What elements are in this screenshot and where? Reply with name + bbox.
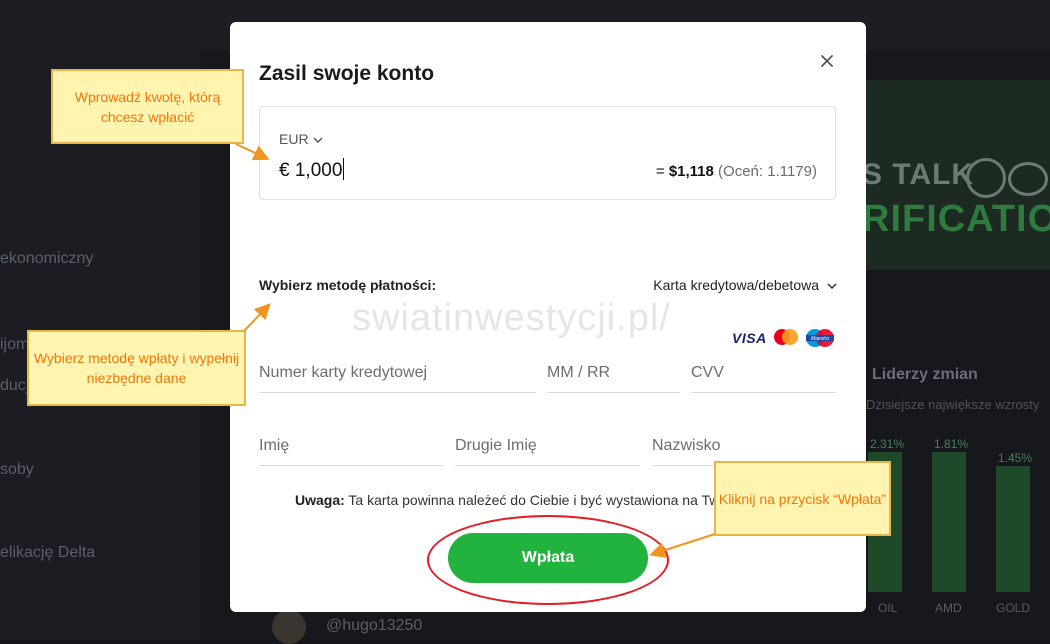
- amount-value: € 1,000: [279, 160, 343, 181]
- graduation-cap-icon: [1008, 162, 1048, 196]
- sidebar-item: ijom: [0, 336, 30, 353]
- first-name-input[interactable]: [259, 429, 443, 463]
- callout-submit: Kliknij na przycisk “Wpłata”: [714, 461, 891, 536]
- callout-payment-method: Wybierz metodę wpłaty i wypełnij niezbęd…: [27, 330, 246, 406]
- payment-method-dropdown[interactable]: Karta kredytowa/debetowa: [653, 277, 837, 293]
- payment-method-label: Wybierz metodę płatności:: [259, 277, 437, 293]
- conversion-readout: = $1,118 (Oceń: 1.1179): [656, 163, 817, 180]
- conversion-prefix: =: [655, 163, 669, 180]
- chevron-down-icon: [827, 283, 837, 290]
- close-icon: [821, 55, 833, 67]
- visa-logo: VISA: [732, 330, 767, 346]
- leader-bar: [932, 452, 966, 592]
- last-name-input[interactable]: [652, 429, 836, 463]
- converted-amount: $1,118: [668, 163, 714, 180]
- sidebar-item: soby: [0, 461, 34, 478]
- leaders-title: Liderzy zmian: [872, 366, 978, 383]
- exchange-rate: (Oceń: 1.1179): [718, 163, 817, 180]
- background-banner: S TALK RIFICATION: [862, 80, 1050, 270]
- modal-title: Zasil swoje konto: [259, 62, 435, 85]
- leader-ticker: GOLD: [996, 601, 1031, 615]
- text-caret: [343, 158, 345, 180]
- expiry-field: [547, 356, 680, 393]
- leaders-subtitle: Dzisiejsze największe wzrosty: [866, 397, 1040, 412]
- payment-method-selected: Karta kredytowa/debetowa: [653, 277, 819, 293]
- notice-label: Uwaga:: [295, 492, 345, 508]
- cvv-input[interactable]: [691, 356, 836, 390]
- banner-line-2: RIFICATION: [862, 198, 1050, 240]
- expiry-input[interactable]: [547, 356, 680, 390]
- leader-percent: 1.45%: [998, 451, 1033, 465]
- callout-amount: Wprowadź kwotę, którą chcesz wpłacić: [51, 69, 244, 144]
- middle-name-field: [455, 429, 640, 466]
- banner-line-1: S TALK: [862, 158, 975, 191]
- notice-text: Ta karta powinna należeć do Ciebie i być…: [344, 492, 720, 508]
- middle-name-input[interactable]: [455, 429, 640, 463]
- leader-bar: [996, 466, 1030, 592]
- deposit-submit-button[interactable]: Wpłata: [448, 533, 648, 583]
- first-name-field: [259, 429, 443, 466]
- sidebar-item: ducj: [0, 377, 30, 394]
- mastercard-logo-icon: [774, 329, 798, 345]
- card-ownership-notice: Uwaga: Ta karta powinna należeć do Ciebi…: [295, 492, 719, 508]
- amount-input[interactable]: € 1,000: [279, 158, 345, 182]
- leader-ticker: OIL: [878, 601, 898, 615]
- svg-text:Maestro: Maestro: [811, 336, 829, 342]
- leader-ticker: AMD: [935, 601, 962, 615]
- maestro-logo-icon: Maestro: [806, 329, 834, 347]
- amount-box: EUR € 1,000 = $1,118 (Oceń: 1.1179): [259, 106, 836, 200]
- cvv-field: [691, 356, 836, 393]
- play-icon: [966, 158, 1006, 198]
- card-number-field: [259, 356, 536, 393]
- avatar: [272, 610, 306, 644]
- leader-percent: 1.81%: [934, 437, 969, 451]
- leader-percent: 2.31%: [870, 437, 905, 451]
- card-number-input[interactable]: [259, 356, 536, 390]
- currency-selector[interactable]: EUR: [279, 131, 323, 147]
- chevron-down-icon: [313, 137, 323, 144]
- sidebar-item: ekonomiczny: [0, 250, 94, 267]
- close-button[interactable]: [816, 50, 838, 72]
- sidebar-item: elikację Delta: [0, 544, 96, 561]
- currency-code: EUR: [279, 131, 309, 147]
- user-handle: @hugo13250: [326, 617, 423, 634]
